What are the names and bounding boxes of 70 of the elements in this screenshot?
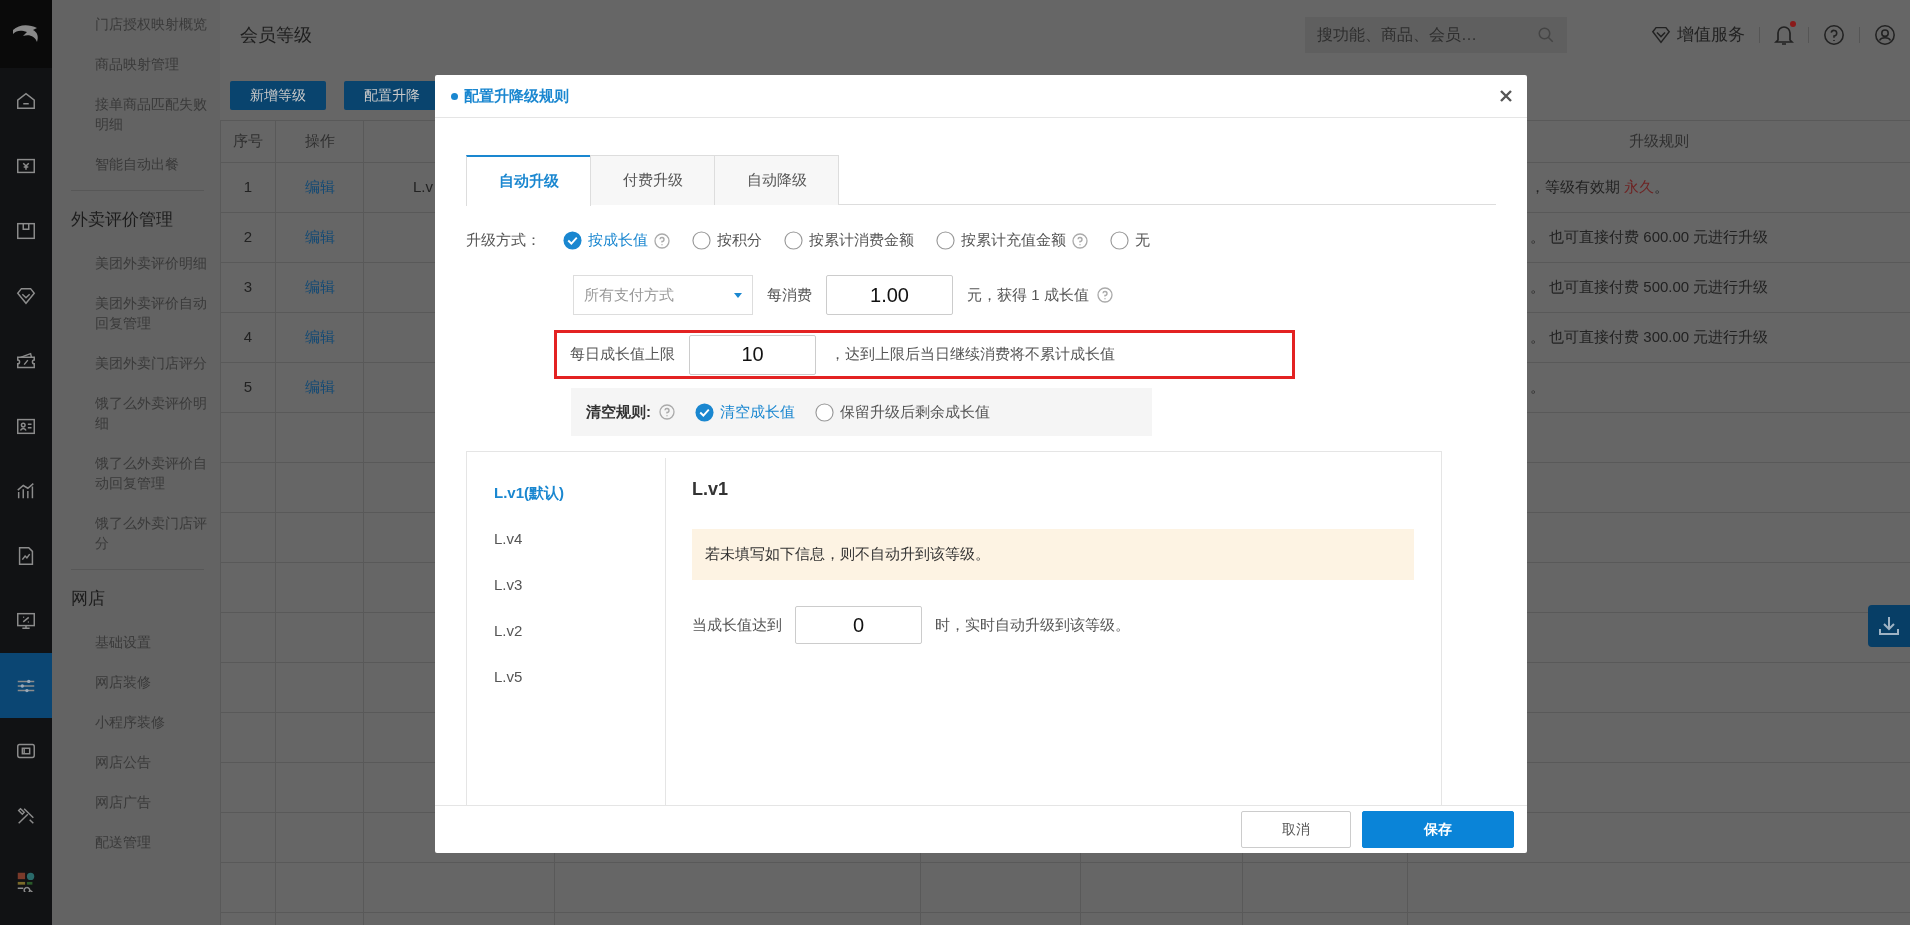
daily-limit-field[interactable]: 10 — [689, 334, 816, 375]
option-label[interactable]: 按积分 — [717, 229, 762, 252]
cancel-button[interactable]: 取消 — [1241, 811, 1351, 848]
option-label[interactable]: 无 — [1135, 229, 1150, 252]
table-cell: L.v — [413, 178, 433, 196]
radio-checked-icon[interactable] — [695, 402, 714, 422]
download-button[interactable] — [1868, 605, 1910, 647]
option-label[interactable]: 清空成长值 — [720, 400, 795, 424]
growth-value-field[interactable]: 0 — [795, 606, 922, 644]
field-label: 当成长值达到 — [692, 614, 782, 635]
tab[interactable]: 自动降级 — [714, 155, 839, 205]
level-item[interactable]: L.v1(默认) — [467, 482, 665, 528]
field-label: 时，实时自动升级到该等级。 — [935, 614, 1130, 635]
submenu-group-title: 网店 — [70, 588, 106, 610]
search-icon — [1537, 26, 1555, 44]
level-item[interactable]: L.v3 — [467, 574, 665, 620]
close-icon[interactable] — [1499, 89, 1513, 103]
table-cell: 。 也可直接付费 600.00 元进行升级 — [1530, 228, 1769, 246]
field-label: 每消费 — [767, 284, 812, 305]
diamond-icon — [1651, 26, 1671, 44]
amount-field[interactable]: 1.00 — [826, 275, 953, 315]
edit-link[interactable]: 编辑 — [304, 378, 335, 396]
payment-select[interactable]: 所有支付方式 — [573, 275, 753, 315]
table-cell: 5 — [243, 378, 253, 396]
edit-link[interactable]: 编辑 — [304, 178, 335, 196]
level-item[interactable]: L.v4 — [467, 528, 665, 574]
table-cell: 。 也可直接付费 500.00 元进行升级 — [1530, 278, 1769, 296]
value-service-link[interactable]: 增值服务 — [1677, 22, 1745, 48]
radio-button[interactable] — [692, 231, 711, 250]
bell-icon[interactable] — [1774, 24, 1794, 46]
notice-banner: 若未填写如下信息，则不自动升到该等级。 — [692, 529, 1414, 580]
download-icon — [1877, 614, 1901, 638]
submenu-group-title: 外卖评价管理 — [70, 209, 174, 231]
radio-button[interactable] — [1110, 231, 1129, 250]
tab[interactable]: 付费升级 — [590, 155, 715, 205]
radio-checked-icon[interactable] — [563, 231, 582, 250]
table-cell: 3 — [243, 278, 253, 296]
table-cell: 1 — [243, 178, 253, 196]
page-title: 会员等级 — [240, 23, 312, 47]
field-label: 清空规则: — [586, 401, 651, 422]
edit-link[interactable]: 编辑 — [304, 328, 335, 346]
bullet-icon — [451, 92, 458, 100]
option-label[interactable]: 保留升级后剩余成长值 — [840, 400, 990, 424]
tab[interactable]: 自动升级 — [466, 155, 591, 206]
edit-link[interactable]: 编辑 — [304, 278, 335, 296]
field-label: ，达到上限后当日继续消费将不累计成长值 — [830, 344, 1115, 365]
edit-link[interactable]: 编辑 — [304, 228, 335, 246]
table-cell: ，等级有效期 永久。 — [1530, 178, 1670, 196]
level-title: L.v1 — [692, 478, 730, 501]
dialog-title: 配置升降级规则 — [464, 85, 569, 106]
option-label[interactable]: 按成长值 — [588, 229, 648, 252]
user-icon[interactable] — [1874, 24, 1896, 46]
radio-button[interactable] — [936, 231, 955, 250]
caret-icon — [734, 292, 742, 298]
table-cell: 。 也可直接付费 300.00 元进行升级 — [1530, 328, 1769, 346]
level-item[interactable]: L.v2 — [467, 620, 665, 666]
table-cell: 4 — [243, 328, 253, 346]
table-cell: 。 — [1530, 378, 1545, 396]
field-label: 升级方式： — [466, 230, 541, 251]
help-icon[interactable] — [1823, 24, 1845, 46]
field-label: 每日成长值上限 — [570, 344, 675, 365]
field-label: 元，获得 1 成长值 — [967, 284, 1089, 305]
table-cell: 2 — [243, 228, 253, 246]
option-label[interactable]: 按累计充值金额 — [961, 229, 1066, 252]
level-item[interactable]: L.v5 — [467, 666, 665, 712]
radio-button[interactable] — [815, 402, 834, 422]
save-button[interactable]: 保存 — [1362, 811, 1514, 848]
add-level-button[interactable]: 新增等级 — [230, 80, 326, 110]
option-label[interactable]: 按累计消费金额 — [809, 229, 914, 252]
radio-button[interactable] — [784, 231, 803, 250]
